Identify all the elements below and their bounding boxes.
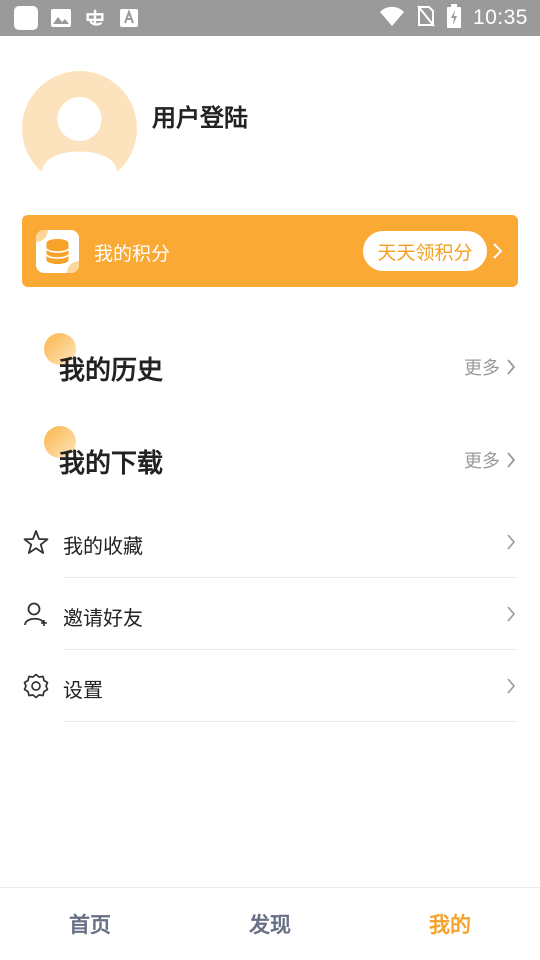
menu-item-label: 我的收藏	[63, 534, 143, 558]
chevron-right-icon	[506, 677, 516, 695]
status-right-icons: 10:35	[379, 4, 528, 32]
chevron-right-icon	[506, 605, 516, 623]
menu-item-settings[interactable]: 设置	[0, 650, 540, 722]
font-icon	[118, 7, 140, 29]
history-section: 我的历史 更多	[0, 333, 540, 393]
login-link[interactable]: 用户登陆	[152, 98, 248, 133]
bottom-nav: 首页 发现 我的	[0, 887, 540, 960]
battery-charging-icon	[446, 4, 461, 32]
chevron-right-icon	[507, 452, 516, 468]
avatar[interactable]	[22, 71, 137, 186]
tab-home[interactable]: 首页	[0, 888, 180, 960]
user-add-icon	[23, 601, 49, 627]
coins-icon	[36, 230, 79, 273]
chevron-right-icon	[492, 242, 504, 260]
divider	[63, 721, 517, 722]
star-icon	[23, 529, 49, 555]
image-icon	[50, 7, 72, 29]
menu-item-favorites[interactable]: 我的收藏	[0, 506, 540, 578]
download-section: 我的下载 更多	[0, 426, 540, 486]
bug-icon	[84, 7, 106, 29]
more-label: 更多	[464, 451, 500, 472]
tab-discover[interactable]: 发现	[180, 888, 360, 960]
daily-points-button[interactable]: 天天领积分	[363, 231, 487, 271]
menu-item-invite[interactable]: 邀请好友	[0, 578, 540, 650]
clock: 10:35	[472, 6, 528, 29]
chevron-right-icon	[507, 359, 516, 375]
user-silhouette-icon	[42, 97, 117, 186]
status-bar: 10:35	[0, 0, 540, 36]
chevron-right-icon	[506, 533, 516, 551]
points-label: 我的积分	[94, 243, 171, 265]
gear-icon	[23, 673, 49, 699]
notification-app-icon	[14, 6, 38, 30]
more-label: 更多	[464, 358, 500, 379]
wifi-icon	[379, 6, 405, 30]
tab-mine[interactable]: 我的	[360, 888, 540, 960]
status-left-icons	[14, 6, 140, 30]
download-title: 我的下载	[59, 449, 164, 479]
history-title: 我的历史	[59, 356, 164, 386]
no-sim-icon	[417, 5, 435, 31]
menu-item-label: 设置	[63, 678, 103, 702]
history-more-link[interactable]: 更多	[464, 354, 516, 380]
points-banner[interactable]: 我的积分 天天领积分	[22, 215, 518, 287]
download-more-link[interactable]: 更多	[464, 447, 516, 473]
menu-item-label: 邀请好友	[63, 606, 143, 630]
